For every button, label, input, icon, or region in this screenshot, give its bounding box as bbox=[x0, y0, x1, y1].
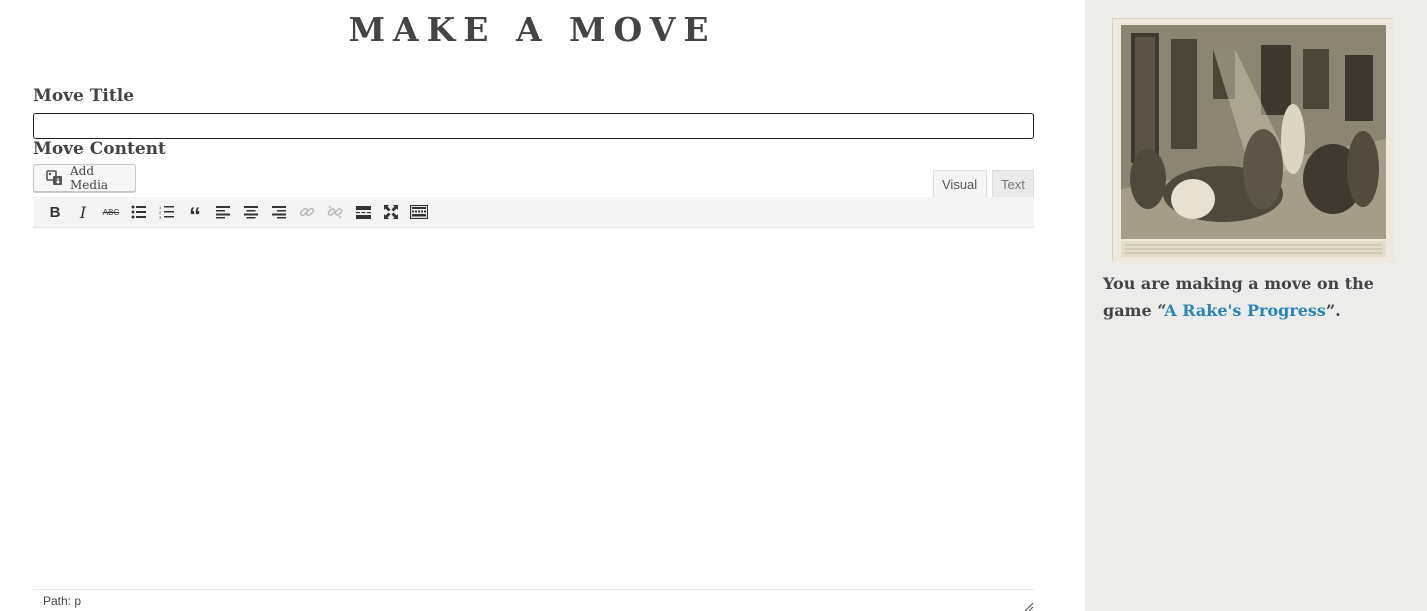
page-title: MAKE A MOVE bbox=[348, 10, 717, 49]
game-artwork-image bbox=[1112, 18, 1394, 262]
fullscreen-button[interactable] bbox=[377, 198, 405, 226]
move-content-label: Move Content bbox=[33, 139, 166, 159]
editor-content-area[interactable] bbox=[33, 228, 1034, 589]
resize-handle[interactable] bbox=[1022, 598, 1034, 611]
blockquote-button[interactable]: “ bbox=[181, 198, 209, 230]
align-left-icon bbox=[216, 205, 230, 218]
unlink-icon bbox=[327, 205, 343, 219]
svg-text:3: 3 bbox=[159, 215, 162, 219]
align-left-button[interactable] bbox=[209, 198, 237, 226]
game-info-suffix: ”. bbox=[1325, 301, 1341, 320]
game-info-text: You are making a move on the game “A Rak… bbox=[1103, 270, 1413, 324]
fullscreen-icon bbox=[384, 205, 398, 219]
read-more-icon bbox=[355, 205, 371, 219]
tab-text[interactable]: Text bbox=[992, 170, 1034, 198]
bold-icon: B bbox=[49, 203, 61, 221]
main-content: MAKE A MOVE Move Title Move Content Add … bbox=[0, 0, 1085, 611]
add-media-button[interactable]: Add Media bbox=[33, 164, 136, 192]
move-title-input[interactable] bbox=[33, 113, 1034, 139]
tab-visual[interactable]: Visual bbox=[933, 170, 987, 198]
quote-icon: “ bbox=[189, 203, 201, 230]
insert-link-button[interactable] bbox=[293, 198, 321, 226]
link-icon bbox=[299, 207, 315, 217]
bullet-list-icon bbox=[131, 205, 146, 219]
strikethrough-button[interactable]: ABC bbox=[97, 198, 125, 226]
bold-button[interactable]: B bbox=[41, 198, 69, 226]
editor-toolbar: B I ABC 1 2 3 “ bbox=[33, 197, 1034, 230]
align-right-icon bbox=[272, 205, 286, 218]
align-center-button[interactable] bbox=[237, 198, 265, 226]
move-title-label: Move Title bbox=[33, 86, 135, 106]
game-link[interactable]: A Rake's Progress bbox=[1164, 301, 1326, 320]
add-media-icon bbox=[46, 170, 64, 186]
align-center-icon bbox=[244, 205, 258, 218]
editor-path: Path: p bbox=[43, 594, 82, 608]
toolbar-toggle-button[interactable] bbox=[405, 198, 433, 226]
remove-link-button[interactable] bbox=[321, 198, 349, 226]
align-right-button[interactable] bbox=[265, 198, 293, 226]
strikethrough-icon: ABC bbox=[102, 207, 120, 217]
italic-button[interactable]: I bbox=[69, 198, 97, 226]
numbered-list-button[interactable]: 1 2 3 bbox=[153, 198, 181, 226]
keyboard-icon bbox=[410, 205, 428, 219]
add-media-label: Add Media bbox=[70, 164, 109, 192]
bulleted-list-button[interactable] bbox=[125, 198, 153, 226]
sidebar: You are making a move on the game “A Rak… bbox=[1085, 0, 1427, 611]
italic-icon: I bbox=[79, 202, 87, 222]
editor-statusbar: Path: p bbox=[33, 589, 1034, 611]
resize-handle-icon bbox=[1024, 602, 1034, 611]
numbered-list-icon: 1 2 3 bbox=[159, 205, 174, 219]
read-more-button[interactable] bbox=[349, 198, 377, 226]
